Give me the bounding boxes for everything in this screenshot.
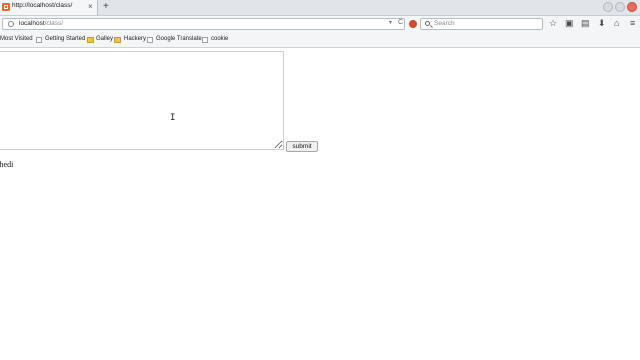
tab-strip: http://localhost/class/ × + bbox=[0, 0, 640, 16]
search-icon bbox=[425, 21, 430, 26]
bookmarks-bar: Most Visited Getting Started Galley Hack… bbox=[0, 33, 640, 48]
output-text: ehedi bbox=[0, 160, 14, 169]
url-path: /class/ bbox=[44, 20, 64, 27]
window-minimize-button[interactable] bbox=[603, 2, 613, 12]
reload-icon[interactable]: C bbox=[398, 19, 403, 26]
search-bar[interactable]: Search bbox=[420, 18, 543, 30]
bookmark-galley[interactable]: Galley bbox=[96, 36, 113, 42]
window-close-button[interactable] bbox=[627, 2, 637, 12]
home-icon[interactable]: ⌂ bbox=[614, 18, 619, 29]
bookmark-most-visited[interactable]: Most Visited bbox=[0, 36, 33, 42]
bookmark-cookie[interactable]: cookie bbox=[211, 36, 228, 42]
tab-close-icon[interactable]: × bbox=[88, 2, 93, 11]
page-icon bbox=[36, 37, 42, 43]
folder-icon bbox=[87, 37, 94, 43]
search-placeholder: Search bbox=[434, 20, 455, 27]
folder-icon bbox=[114, 37, 121, 43]
page-icon bbox=[202, 37, 208, 43]
menu-icon[interactable]: ≡ bbox=[630, 18, 635, 29]
navigation-bar: localhost/class/ ▾ C Search ☆ ▣ ▤ ⬇ ⌂ ≡ bbox=[0, 16, 640, 33]
url-host: localhost bbox=[19, 20, 45, 27]
url-text[interactable]: localhost/class/ bbox=[19, 20, 63, 27]
reading-list-icon[interactable]: ▣ bbox=[565, 18, 574, 29]
window-maximize-button[interactable] bbox=[615, 2, 625, 12]
search-engine-icon[interactable] bbox=[409, 20, 417, 28]
address-bar[interactable]: localhost/class/ ▾ C bbox=[2, 18, 405, 30]
bookmark-hackery[interactable]: Hackery bbox=[124, 36, 146, 42]
submit-button[interactable]: submit bbox=[286, 141, 318, 152]
downloads-icon[interactable]: ⬇ bbox=[598, 18, 606, 29]
new-tab-button[interactable]: + bbox=[103, 1, 109, 13]
url-history-dropdown-icon[interactable]: ▾ bbox=[389, 19, 392, 26]
bookmark-getting-started[interactable]: Getting Started bbox=[45, 36, 85, 42]
bookmark-star-icon[interactable]: ☆ bbox=[549, 18, 557, 29]
bookmark-google-translate[interactable]: Google Translate bbox=[156, 36, 202, 42]
globe-icon bbox=[8, 21, 14, 27]
page-icon bbox=[147, 37, 153, 43]
synced-tabs-icon[interactable]: ▤ bbox=[581, 18, 590, 29]
message-textarea[interactable] bbox=[0, 51, 284, 150]
tab-title: http://localhost/class/ bbox=[12, 2, 73, 9]
favicon-icon bbox=[2, 3, 10, 11]
tab-active[interactable]: http://localhost/class/ × bbox=[0, 0, 98, 15]
text-cursor-icon: I bbox=[170, 113, 176, 123]
